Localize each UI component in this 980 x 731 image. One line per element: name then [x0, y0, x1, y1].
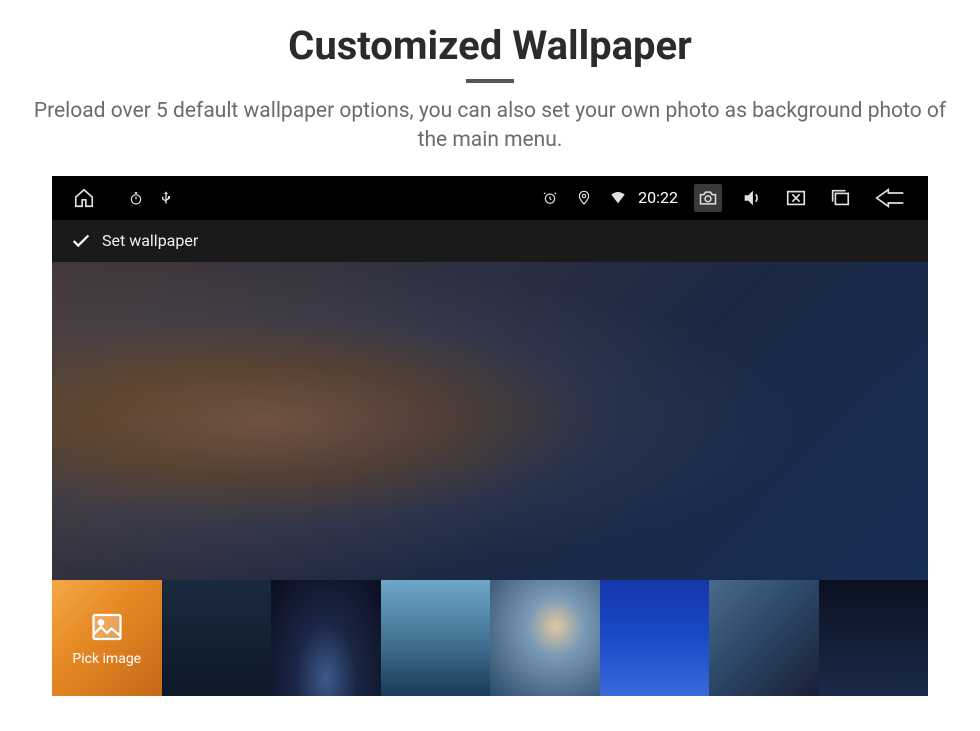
close-icon[interactable] [782, 184, 810, 212]
wifi-icon [604, 184, 632, 212]
wallpaper-thumbnail[interactable] [600, 580, 710, 696]
action-bar[interactable]: Set wallpaper [52, 220, 928, 262]
thumbnail-strip: Pick image [52, 580, 928, 696]
back-icon[interactable] [870, 184, 910, 212]
pick-image-button[interactable]: Pick image [52, 580, 162, 696]
location-icon [570, 184, 598, 212]
stopwatch-icon [122, 184, 150, 212]
volume-icon[interactable] [738, 184, 766, 212]
status-bar-left [70, 184, 536, 212]
stopwatch-usb-group [122, 184, 180, 212]
wallpaper-thumbnail[interactable] [490, 580, 600, 696]
status-time: 20:22 [638, 188, 678, 207]
recent-apps-icon[interactable] [826, 184, 854, 212]
page-subtitle: Preload over 5 default wallpaper options… [0, 97, 980, 156]
wallpaper-thumbnail[interactable] [271, 580, 381, 696]
clock-group: 20:22 [536, 184, 678, 212]
wallpaper-thumbnail[interactable] [709, 580, 819, 696]
check-icon [70, 230, 92, 252]
status-bar-right: 20:22 [536, 184, 910, 212]
page-title: Customized Wallpaper [0, 22, 980, 69]
wallpaper-thumbnail[interactable] [162, 580, 272, 696]
home-icon[interactable] [70, 184, 98, 212]
alarm-icon [536, 184, 564, 212]
device-screen: 20:22 [52, 176, 928, 696]
status-bar: 20:22 [52, 176, 928, 220]
wallpaper-preview [52, 262, 928, 580]
set-wallpaper-label: Set wallpaper [102, 231, 198, 250]
image-icon [89, 609, 125, 645]
title-underline [466, 79, 514, 83]
wallpaper-thumbnail[interactable] [819, 580, 929, 696]
pick-image-label: Pick image [72, 651, 141, 667]
wallpaper-thumbnail[interactable] [381, 580, 491, 696]
camera-icon[interactable] [694, 184, 722, 212]
usb-icon [152, 184, 180, 212]
